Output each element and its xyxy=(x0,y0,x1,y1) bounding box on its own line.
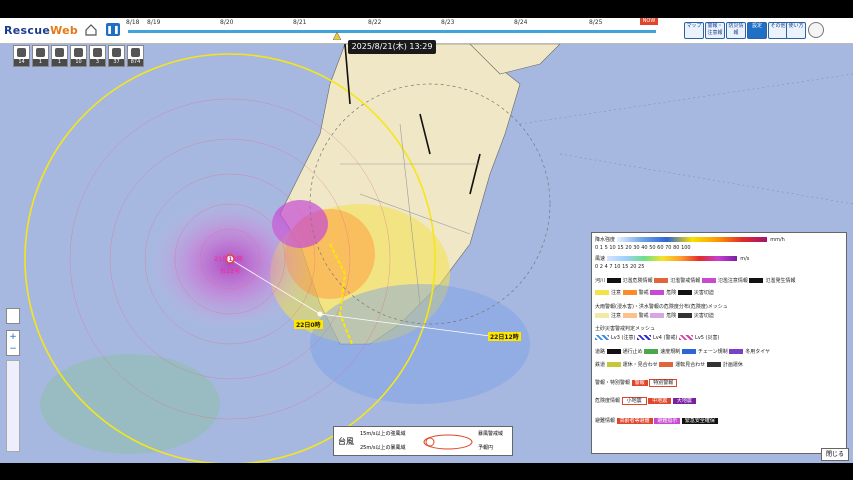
info-button[interactable]: 防災情報 xyxy=(726,22,746,39)
zoom-out-button[interactable]: − xyxy=(7,343,19,355)
current-datetime: 2025/8/21(木) 13:29 xyxy=(348,40,436,54)
zoom-slider[interactable] xyxy=(6,360,20,452)
landslide-legend-title: 土砂災害警戒判定メッシュ xyxy=(595,326,656,332)
settings-button[interactable]: 設定 xyxy=(747,22,767,39)
typhoon-legend-title: 台風 xyxy=(338,437,354,446)
hazard-legend: 危険度情報 小地震 中地震 大地震 xyxy=(595,397,696,405)
evacuation-legend: 避難情報 高齢者等避難 避難指示 緊急安全確保 xyxy=(595,417,718,424)
user-avatar[interactable] xyxy=(808,22,824,38)
antenna-icon[interactable]: 10 xyxy=(70,45,87,67)
more-button[interactable]: その他 xyxy=(768,22,788,39)
gear-icon[interactable]: 1 xyxy=(51,45,68,67)
typhoon-number-label: 台12号 xyxy=(220,268,241,275)
app-screen: 21日13時 台12号 22日0時 22日12時 RescueWeb ❚❚ 8/… xyxy=(0,18,853,463)
close-button[interactable]: 閉じる xyxy=(821,448,849,461)
timeline-thumb[interactable] xyxy=(333,32,341,40)
landslide-legend: Lv3 (注意) Lv4 (警戒) Lv5 (災害) xyxy=(595,334,719,341)
timeline-tick: 8/23 xyxy=(441,19,455,26)
forecast-label-22-00: 22日0時 xyxy=(294,320,323,329)
road-legend: 道路 通行止め 速度規制 チェーン規制 冬用タイヤ xyxy=(595,349,771,355)
help-button[interactable]: 使い方 xyxy=(786,22,806,39)
timeline-tick: 8/25 xyxy=(589,19,603,26)
forecast-label-22-12: 22日12時 xyxy=(488,332,521,341)
timeline-tick: 8/22 xyxy=(368,19,382,26)
tower-icon[interactable]: 3 xyxy=(89,45,106,67)
timeline-tick: 8/18 xyxy=(126,19,140,26)
zoom-in-button[interactable]: + xyxy=(7,331,19,343)
wind-legend: 風速 m/s xyxy=(595,256,750,262)
app-logo[interactable]: RescueWeb xyxy=(4,24,78,37)
typhoon-legend-item: 25m/s以上の暴風域 xyxy=(360,445,406,451)
typhoon-position-label: 21日13時 xyxy=(214,256,243,263)
typhoon-legend-item: 15m/s以上の強風域 xyxy=(360,431,406,437)
timeline-tick: 8/24 xyxy=(514,19,528,26)
rail-legend: 鉄道 運休・見合わせ 運転見合わせ 計画運休 xyxy=(595,362,743,368)
alert-button[interactable]: 警報・注意報 xyxy=(705,22,725,39)
home-icon[interactable] xyxy=(84,23,98,37)
alert-legend: 警報・特別警報 警報 特別警報 xyxy=(595,379,678,387)
pause-button[interactable]: ❚❚ xyxy=(106,23,120,36)
mesh-legend-title: 大雨警報(浸水害)・洪水警報の危険度分布(危険度)メッシュ xyxy=(595,304,728,310)
typhoon-symbol-icon xyxy=(423,434,473,450)
legend-panel: 降水強度 mm/h 0 1 5 10 15 20 30 40 50 60 70 … xyxy=(591,232,847,454)
zoom-control: + − xyxy=(6,330,20,356)
timeline-tick: 8/21 xyxy=(293,19,307,26)
locate-icon[interactable] xyxy=(6,308,20,324)
rain-legend: 降水強度 mm/h xyxy=(595,237,785,243)
timeline-tick: 8/19 xyxy=(147,19,161,26)
typhoon-legend: 台風 15m/s以上の強風域 25m/s以上の暴風域 暴風警戒域 予報円 xyxy=(333,426,513,456)
road-icon[interactable]: 874 xyxy=(127,45,144,67)
now-badge[interactable]: NOW xyxy=(640,18,658,25)
warning-level-legend: 注意 警戒 危険 災害切迫 xyxy=(595,289,714,296)
typhoon-legend-item: 予報円 xyxy=(478,445,494,451)
gear-icon[interactable]: 1 xyxy=(32,45,49,67)
rain-scale: 0 1 5 10 15 20 30 40 50 60 70 80 100 xyxy=(595,245,691,251)
train-icon[interactable]: 14 xyxy=(13,45,30,67)
mesh-legend: 注意 警戒 危険 災害切迫 xyxy=(595,312,714,319)
person-icon[interactable]: 37 xyxy=(108,45,125,67)
timeline-tick: 8/20 xyxy=(220,19,234,26)
timeline-slider[interactable] xyxy=(128,30,656,33)
wind-scale: 0 2 4 7 10 15 20 25 xyxy=(595,264,645,270)
typhoon-legend-item: 暴風警戒域 xyxy=(478,431,504,437)
map-button[interactable]: マップ xyxy=(684,22,704,39)
river-legend: 河川 氾濫危険情報 氾濫警戒情報 氾濫注意情報 氾濫発生情報 xyxy=(595,278,796,284)
